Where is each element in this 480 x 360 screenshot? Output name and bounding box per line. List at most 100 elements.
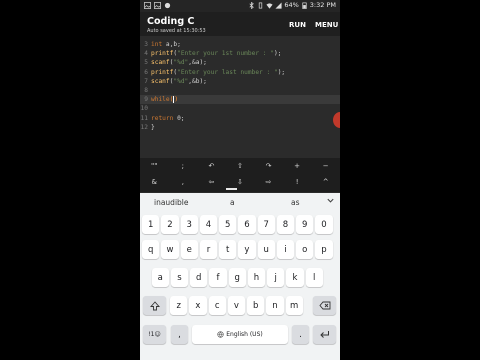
key-a[interactable]: a <box>151 268 169 287</box>
period-key[interactable]: . <box>292 325 309 344</box>
key-e[interactable]: e <box>180 240 198 259</box>
key-k[interactable]: k <box>286 268 304 287</box>
suggestion-2[interactable]: a <box>230 198 235 207</box>
code-line[interactable]: 4 printf("Enter your 1st number : "); <box>140 49 340 58</box>
symbol-key[interactable]: ⇧ <box>227 162 252 170</box>
run-button[interactable]: RUN <box>289 21 306 29</box>
space-bar[interactable]: English (US) <box>192 325 288 344</box>
backspace-icon <box>318 301 330 310</box>
symbol-key[interactable]: + <box>285 162 310 170</box>
line-number: 11 <box>140 114 148 122</box>
autosave-status: Auto saved at 15:30:53 <box>147 28 206 34</box>
shift-key[interactable] <box>143 296 166 315</box>
symbol-key[interactable]: − <box>313 162 338 170</box>
symbol-key[interactable]: ⇦ <box>199 178 224 186</box>
key-y[interactable]: y <box>238 240 256 259</box>
code-line[interactable]: 12} <box>140 123 340 132</box>
key-g[interactable]: g <box>228 268 246 287</box>
key-m[interactable]: m <box>285 296 303 315</box>
suggestion-3[interactable]: as <box>291 198 300 207</box>
shift-icon <box>149 300 160 310</box>
key-9[interactable]: 9 <box>296 215 314 234</box>
key-i[interactable]: i <box>276 240 295 259</box>
symbol-key[interactable]: ; <box>170 162 195 170</box>
line-number: 4 <box>144 50 148 58</box>
key-h[interactable]: h <box>247 268 266 287</box>
key-s[interactable]: s <box>170 268 189 287</box>
code-line[interactable]: 11 return 0; <box>140 114 340 123</box>
notification-icons <box>144 2 171 9</box>
key-o[interactable]: o <box>296 240 314 259</box>
code-token: "Enter your 1st number : " <box>177 50 274 58</box>
key-u[interactable]: u <box>257 240 275 259</box>
code-line[interactable]: 5 scanf("%d" ,&a); <box>140 58 340 67</box>
key-j[interactable]: j <box>267 268 285 287</box>
code-token: "Enter your last number : " <box>177 68 278 76</box>
system-icons: 64% 3:32 PM <box>248 1 336 9</box>
code-editor[interactable]: 3 int a,b; 4 printf("Enter your 1st number … <box>140 36 340 158</box>
key-1[interactable]: 1 <box>142 215 160 234</box>
key-c[interactable]: c <box>208 296 226 315</box>
key-f[interactable]: f <box>209 268 227 287</box>
line-number: 10 <box>140 105 148 113</box>
wifi-icon <box>266 2 273 9</box>
key-4[interactable]: 4 <box>199 215 218 234</box>
menu-button[interactable]: MENU <box>315 21 338 29</box>
backspace-key[interactable] <box>313 296 336 315</box>
symbol-key[interactable]: ↶ <box>199 162 224 170</box>
globe-icon <box>217 331 224 338</box>
symbol-toolbar: ""; ↶ ⇧ ↷ + − &, ⇦ ⇩ ⇨! ^ <box>140 158 340 192</box>
code-line[interactable]: 3 int a,b; <box>140 40 340 49</box>
key-b[interactable]: b <box>247 296 265 315</box>
symbols-key[interactable]: !1☺ <box>143 325 166 344</box>
chevron-down-icon[interactable] <box>326 196 335 205</box>
key-5[interactable]: 5 <box>219 215 237 234</box>
code-token: ); <box>277 68 286 76</box>
key-0[interactable]: 0 <box>315 215 333 234</box>
symbol-key[interactable]: "" <box>142 162 167 170</box>
symbol-row-1: ""; ↶ ⇧ ↷ + − <box>140 158 340 174</box>
code-line[interactable]: 10 <box>140 104 340 113</box>
symbol-key[interactable]: ↷ <box>256 162 281 170</box>
code-line[interactable]: 8 <box>140 86 340 95</box>
key-n[interactable]: n <box>266 296 284 315</box>
key-z[interactable]: z <box>170 296 188 315</box>
code-token: ); <box>273 50 282 58</box>
comma-key[interactable]: , <box>171 325 188 344</box>
key-d[interactable]: d <box>190 268 208 287</box>
code-token: while <box>151 96 170 104</box>
key-7[interactable]: 7 <box>257 215 275 234</box>
enter-icon <box>320 331 329 338</box>
code-token: ) <box>174 96 179 104</box>
symbol-key[interactable]: & <box>142 178 167 186</box>
line-number: 6 <box>144 68 148 76</box>
suggestion-1[interactable]: inaudible <box>154 198 189 207</box>
line-number: 8 <box>144 87 148 94</box>
key-w[interactable]: w <box>161 240 179 259</box>
line-number: 5 <box>144 59 148 67</box>
enter-key[interactable] <box>313 325 336 344</box>
code-line[interactable]: 6 printf("Enter your last number : "); <box>140 68 340 77</box>
key-6[interactable]: 6 <box>238 215 256 234</box>
key-t[interactable]: t <box>219 240 237 259</box>
key-r[interactable]: r <box>199 240 218 259</box>
line-number: 9 <box>144 96 148 104</box>
phone-screen: 64% 3:32 PM Coding C Auto saved at 15:30… <box>140 0 340 360</box>
bluetooth-icon <box>249 1 255 9</box>
key-q[interactable]: q <box>142 240 160 259</box>
key-p[interactable]: p <box>315 240 333 259</box>
symbol-key[interactable]: ⇨ <box>256 178 281 186</box>
key-x[interactable]: x <box>189 296 207 315</box>
code-line[interactable]: 7 scanf("%d" ,&b); <box>140 77 340 86</box>
key-v[interactable]: v <box>227 296 246 315</box>
key-l[interactable]: l <box>305 268 323 287</box>
code-line[interactable]: 9 while() <box>140 95 340 105</box>
key-3[interactable]: 3 <box>180 215 198 234</box>
symbol-key[interactable]: ⇩ <box>227 178 252 186</box>
key-2[interactable]: 2 <box>161 215 179 234</box>
floating-action-button[interactable] <box>333 112 340 128</box>
key-8[interactable]: 8 <box>276 215 295 234</box>
symbol-key[interactable]: ^ <box>313 178 338 186</box>
symbol-key[interactable]: , <box>170 178 195 186</box>
symbol-key[interactable]: ! <box>285 178 310 186</box>
